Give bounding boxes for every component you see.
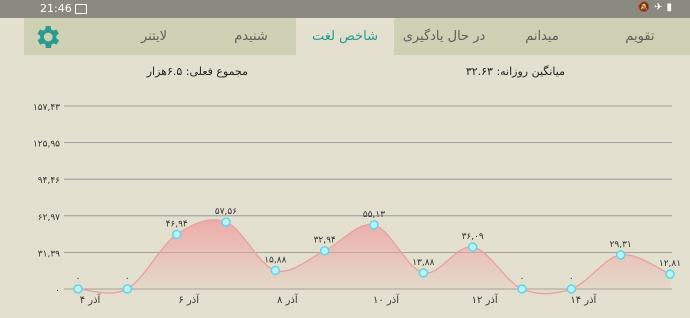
data-point[interactable] bbox=[221, 217, 231, 227]
data-point[interactable] bbox=[122, 284, 133, 294]
y-tick-label: ۰ bbox=[55, 286, 60, 296]
data-label: ۰ bbox=[76, 274, 81, 284]
data-label: ۵۵,۱۳ bbox=[363, 210, 385, 220]
data-label: ۳۶,۰۹ bbox=[462, 232, 484, 242]
data-point[interactable] bbox=[369, 220, 379, 230]
y-tick-label: ۹۴,۴۶ bbox=[38, 176, 60, 186]
data-point[interactable] bbox=[665, 269, 675, 279]
y-tick-label: ۶۲,۹۷ bbox=[38, 213, 60, 223]
current-total: مجموع فعلی: ۶.۵هزار bbox=[146, 65, 248, 78]
x-tick-label: ۴ آذر bbox=[80, 293, 102, 306]
data-label: ۱۳,۸۸ bbox=[412, 258, 434, 268]
word-index-chart: ۰ ۳۱,۳۹ ۶۲,۹۷ ۹۴,۴۶ ۱۲۵,۹۵ ۱۵۷,۴۳ ۴ آذر ۶ آذر ۸… bbox=[33, 103, 681, 306]
x-tick-label: ۱۴ آذر bbox=[570, 293, 597, 306]
tab-i-know[interactable]: میدانم bbox=[494, 18, 590, 55]
data-label: ۲۹,۳۱ bbox=[610, 240, 632, 250]
data-label: ۱۲,۸۱ bbox=[659, 259, 681, 269]
data-label: ۴۶,۹۴ bbox=[166, 219, 188, 229]
daily-average: میانگین روزانه: ۳۲.۶۳ bbox=[465, 65, 565, 78]
data-point[interactable] bbox=[517, 284, 527, 294]
x-tick-label: ۱۲ آذر bbox=[472, 293, 499, 306]
data-point[interactable] bbox=[615, 250, 626, 260]
data-label: ۰ bbox=[125, 274, 130, 284]
y-tick-label: ۱۵۷,۴۳ bbox=[33, 103, 60, 113]
data-label: ۵۷,۵۶ bbox=[215, 207, 237, 217]
settings-gear-icon[interactable] bbox=[32, 22, 62, 52]
image-notification-icon bbox=[75, 4, 87, 14]
x-tick-label: ۸ آذر bbox=[277, 293, 299, 306]
clock: 21:46 bbox=[40, 2, 72, 15]
data-label: ۱۵,۸۸ bbox=[264, 256, 286, 266]
tab-leitner[interactable]: لایتنر bbox=[104, 18, 204, 55]
data-point[interactable] bbox=[467, 242, 478, 252]
tab-bar: تقویم میدانم در حال یادگیری شاخص لغت شنی… bbox=[24, 18, 690, 55]
data-point[interactable] bbox=[171, 229, 182, 240]
data-point[interactable] bbox=[270, 265, 281, 276]
data-label: ۰ bbox=[520, 274, 525, 284]
tab-learning[interactable]: در حال یادگیری bbox=[394, 18, 494, 55]
tab-heard[interactable]: شنیدم bbox=[206, 18, 296, 55]
x-tick-label: ۱۰ آذر bbox=[373, 293, 400, 306]
tab-calendar[interactable]: تقویم bbox=[590, 18, 690, 55]
status-icons: 🔕✈▮ bbox=[637, 2, 676, 13]
data-label: ۰ bbox=[569, 274, 574, 284]
data-point[interactable] bbox=[418, 268, 429, 278]
data-point[interactable] bbox=[319, 245, 330, 256]
data-point[interactable] bbox=[566, 284, 577, 294]
status-bar: 21:46 🔕✈▮ bbox=[0, 0, 690, 18]
y-tick-label: ۳۱,۳۹ bbox=[38, 250, 60, 260]
tab-word-index[interactable]: شاخص لغت bbox=[296, 18, 394, 55]
y-tick-label: ۱۲۵,۹۵ bbox=[33, 140, 60, 150]
x-tick-label: ۶ آذر bbox=[178, 293, 200, 306]
data-label: ۳۲,۹۴ bbox=[314, 236, 336, 246]
data-point[interactable] bbox=[73, 284, 83, 294]
